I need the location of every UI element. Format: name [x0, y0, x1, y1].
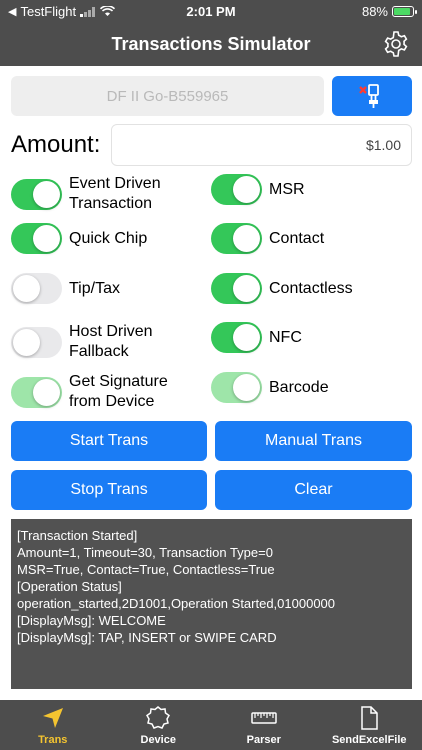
plug-disconnected-icon: [359, 84, 379, 108]
toggle-barcode: Barcode: [211, 372, 329, 403]
tab-trans[interactable]: Trans: [0, 700, 106, 750]
stop-trans-button[interactable]: Stop Trans: [11, 470, 207, 510]
battery-percent: 88%: [361, 4, 388, 19]
log-line: MSR=True, Contact=True, Contactless=True: [17, 562, 275, 577]
toggle-contactless: Contactless: [211, 273, 353, 304]
toggle-contact: Contact: [211, 223, 324, 254]
connect-button[interactable]: [332, 76, 412, 116]
msr-label: MSR: [269, 180, 305, 198]
manual-trans-button[interactable]: Manual Trans: [215, 421, 412, 461]
toggle-quick-chip: Quick Chip: [11, 223, 147, 254]
status-bar: ◀ TestFlight 2:01 PM 88%: [0, 0, 422, 22]
navigation-bar: Transactions Simulator: [0, 22, 422, 66]
tab-device[interactable]: Device: [106, 700, 212, 750]
paper-plane-icon: [42, 708, 63, 728]
toggle-nfc: NFC: [211, 322, 302, 353]
toggle-event-driven-transaction: Event Driven Transaction: [11, 174, 161, 214]
tab-sendexcelfile[interactable]: SendExcelFile: [317, 700, 422, 750]
transaction-log[interactable]: [Transaction Started] Amount=1, Timeout=…: [11, 519, 412, 689]
toggle-host-driven-fallback: Host Driven Fallback: [11, 322, 153, 362]
page-title: Transactions Simulator: [111, 34, 311, 54]
barcode-label: Barcode: [269, 378, 329, 396]
tab-device-label: Device: [140, 734, 176, 746]
document-icon: [361, 706, 378, 730]
clear-button[interactable]: Clear: [215, 470, 412, 510]
quick-chip-switch[interactable]: [11, 223, 62, 254]
host-driven-fallback-label: Host Driven Fallback: [69, 323, 153, 360]
battery-icon: [392, 6, 417, 17]
toggle-tip-tax: Tip/Tax: [11, 273, 120, 304]
log-line: [DisplayMsg]: WELCOME: [17, 613, 166, 628]
contact-label: Contact: [269, 229, 325, 247]
log-line: [DisplayMsg]: TAP, INSERT or SWIPE CARD: [17, 630, 277, 645]
tip-tax-label: Tip/Tax: [69, 279, 120, 297]
amount-input[interactable]: $1.00: [111, 124, 412, 166]
tab-trans-label: Trans: [38, 734, 68, 746]
nfc-label: NFC: [269, 328, 302, 346]
contact-switch[interactable]: [211, 223, 262, 254]
contactless-switch[interactable]: [211, 273, 262, 304]
host-driven-fallback-switch[interactable]: [11, 326, 62, 358]
barcode-switch[interactable]: [211, 372, 262, 403]
msr-switch[interactable]: [211, 174, 262, 205]
toggle-msr: MSR: [211, 174, 305, 205]
log-line: Amount=1, Timeout=30, Transaction Type=0: [17, 545, 273, 560]
amount-label: Amount:: [11, 131, 101, 158]
tab-parser[interactable]: Parser: [211, 700, 317, 750]
event-driven-switch[interactable]: [11, 178, 62, 210]
ruler-icon: [251, 712, 277, 724]
get-signature-switch[interactable]: [11, 376, 62, 408]
tab-parser-label: Parser: [246, 734, 281, 746]
quick-chip-label: Quick Chip: [69, 229, 148, 247]
tab-bar: Trans Device Parser SendExcelFile: [0, 700, 422, 750]
nfc-switch[interactable]: [211, 322, 262, 353]
start-trans-button[interactable]: Start Trans: [11, 421, 207, 461]
amount-value: $1.00: [365, 137, 401, 153]
event-driven-label: Event Driven Transaction: [69, 175, 161, 212]
log-line: [Operation Status]: [17, 579, 122, 594]
status-time: 2:01 PM: [186, 4, 236, 19]
tip-tax-switch[interactable]: [11, 273, 62, 304]
badge-gear-icon: [146, 706, 171, 729]
get-signature-label: Get Signature from Device: [69, 373, 168, 410]
log-line: [Transaction Started]: [17, 528, 138, 543]
contactless-label: Contactless: [269, 279, 353, 297]
device-name-field[interactable]: DF II Go-B559965: [11, 76, 324, 116]
log-line: operation_started,2D1001,Operation Start…: [17, 596, 336, 611]
toggle-get-signature: Get Signature from Device: [11, 372, 168, 412]
gear-icon[interactable]: [382, 30, 410, 58]
device-name-placeholder: DF II Go-B559965: [106, 87, 229, 105]
tab-sendexcelfile-label: SendExcelFile: [331, 734, 407, 746]
